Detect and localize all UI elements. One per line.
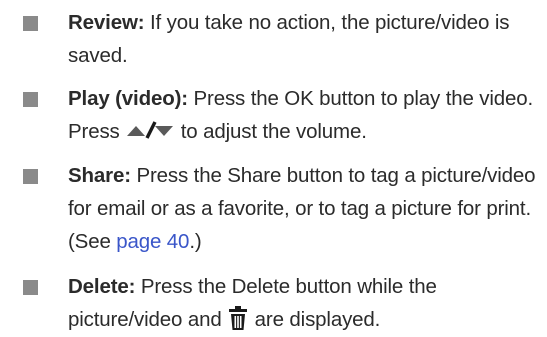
trash-can-icon xyxy=(227,304,249,337)
list-item-share: Share: Press the Share button to tag a p… xyxy=(0,159,547,258)
square-bullet-icon xyxy=(23,92,38,107)
term-delete: Delete: xyxy=(68,275,136,299)
list-item-play-video: Play (video): Press the OK button to pla… xyxy=(0,82,547,149)
square-bullet-icon xyxy=(23,16,38,31)
page-40-link[interactable]: page 40 xyxy=(116,230,189,253)
up-down-arrows-icon xyxy=(125,116,175,149)
square-bullet-icon xyxy=(23,169,38,185)
instruction-list: Review: If you take no action, the pictu… xyxy=(0,0,547,337)
term-review: Review: xyxy=(68,11,145,34)
list-item-delete: Delete: Press the Delete button while th… xyxy=(0,270,547,337)
term-share: Share: xyxy=(68,164,131,188)
term-play-video: Play (video): xyxy=(68,87,188,110)
share-description-end: .) xyxy=(189,230,202,254)
square-bullet-icon xyxy=(23,280,38,296)
play-description-end: to adjust the volume. xyxy=(175,120,367,143)
list-item-review: Review: If you take no action, the pictu… xyxy=(0,6,547,72)
